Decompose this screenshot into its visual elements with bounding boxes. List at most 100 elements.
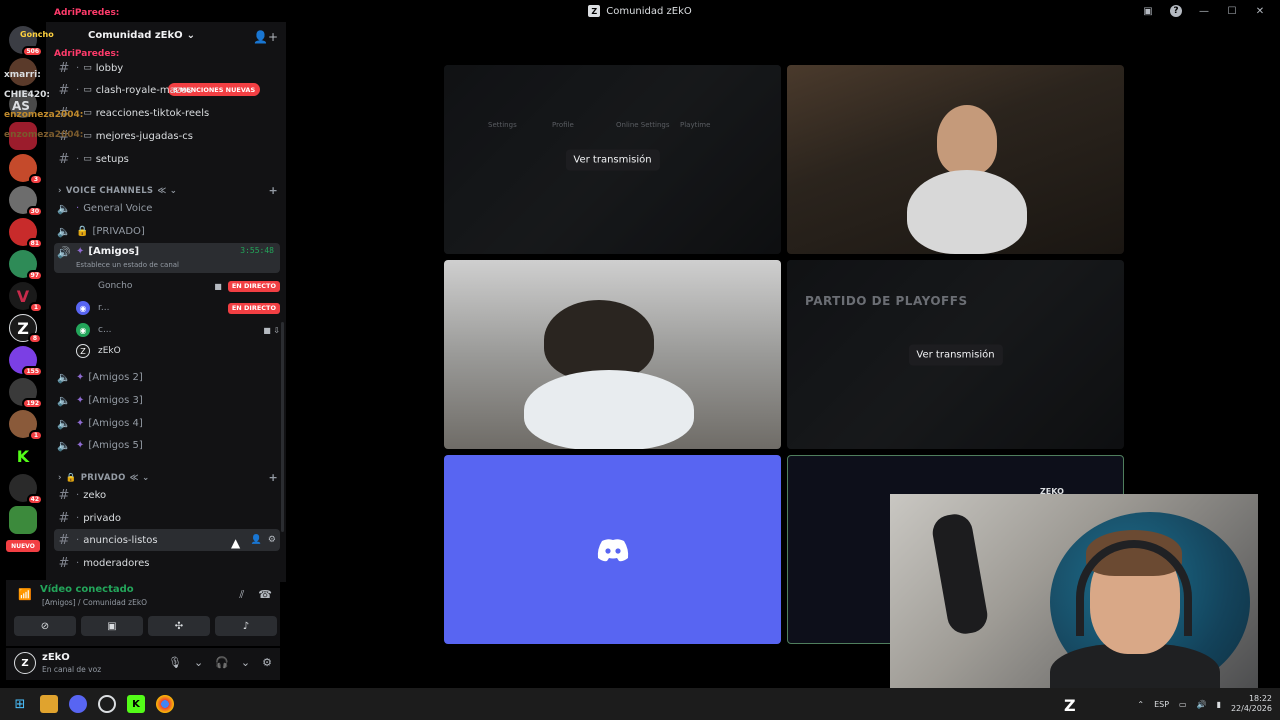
gear-icon[interactable]: ⚙ bbox=[262, 656, 272, 669]
stream-tile[interactable]: PARTIDO DE PLAYOFFS Ver transmisión bbox=[787, 260, 1124, 449]
watch-stream-button[interactable]: Ver transmisión bbox=[908, 344, 1003, 365]
voice-channel-amigos-5[interactable]: 🔈 ✦ [Amigos 5] bbox=[54, 434, 280, 456]
channel-reacciones-tiktok-reels[interactable]: # · ▭ reacciones-tiktok-reels bbox=[54, 102, 280, 124]
server-icon[interactable]: 81 bbox=[9, 218, 43, 249]
server-icon[interactable] bbox=[9, 58, 37, 86]
kick-server-icon[interactable]: K bbox=[9, 442, 37, 470]
channel-mejores-jugadas-cs[interactable]: # · ▭ mejores-jugadas-cs bbox=[54, 125, 280, 147]
chevron-down-icon[interactable]: ⌄ bbox=[241, 656, 250, 669]
channel-lobby[interactable]: # · ▭ lobby bbox=[54, 57, 280, 79]
channel-privado[interactable]: # · privado bbox=[54, 507, 280, 529]
server-icon[interactable]: 42 bbox=[9, 474, 43, 505]
help-button[interactable]: ? bbox=[1164, 2, 1188, 20]
category-voice-channels[interactable]: › VOICE CHANNELS ≪ ⌄ + bbox=[58, 184, 278, 197]
camera-off-button[interactable]: ⊘ bbox=[14, 616, 76, 636]
add-channel-icon[interactable]: + bbox=[268, 184, 278, 197]
server-icon[interactable]: 3 bbox=[9, 154, 43, 185]
channel-moderadores[interactable]: # · moderadores bbox=[54, 552, 280, 574]
member-name: Goncho bbox=[98, 281, 133, 291]
chrome-icon[interactable] bbox=[156, 695, 174, 713]
clock[interactable]: 18:22 22/4/2026 bbox=[1231, 694, 1272, 714]
game-title: PARTIDO DE PLAYOFFS bbox=[805, 294, 968, 308]
headphones-icon[interactable]: 🎧 bbox=[215, 656, 229, 669]
file-explorer-icon[interactable] bbox=[40, 695, 58, 713]
clock-time: 18:22 bbox=[1248, 694, 1272, 703]
channel-clash-royale-mazos[interactable]: # · ▭ clash-royale-mazos bbox=[54, 79, 280, 101]
voice-channel-name: [Amigos 2] bbox=[88, 371, 143, 383]
voice-channel-amigos-4[interactable]: 🔈 ✦ [Amigos 4] bbox=[54, 412, 280, 434]
title-bar: Z Comunidad zEkO ▣ ? — ☐ ✕ bbox=[0, 0, 1280, 22]
server-badge: 506 bbox=[22, 46, 43, 57]
network-icon[interactable]: ▭ bbox=[1179, 700, 1187, 709]
server-icon[interactable]: Z8 bbox=[9, 314, 42, 344]
server-badge: 8 bbox=[28, 333, 42, 344]
voice-channel-amigos-3[interactable]: 🔈 ✦ [Amigos 3] bbox=[54, 389, 280, 411]
category-privado[interactable]: › 🔒 PRIVADO ≪ ⌄ + bbox=[58, 471, 278, 484]
disconnect-icon[interactable]: ☎ bbox=[258, 588, 272, 602]
voice-channel-path[interactable]: [Amigos] / Comunidad zEkO bbox=[42, 598, 147, 607]
stream-tile[interactable]: Settings Profile Online Settings Playtim… bbox=[444, 65, 781, 254]
microphone-arm bbox=[929, 511, 991, 637]
voice-member[interactable]: Goncho ■ EN DIRECTO bbox=[76, 276, 280, 296]
server-badge: 155 bbox=[22, 366, 43, 377]
sidebar-scrollbar[interactable] bbox=[281, 322, 284, 532]
voice-channel-amigos-2[interactable]: 🔈 ✦ [Amigos 2] bbox=[54, 366, 280, 388]
voice-channel-amigos-active[interactable]: 🔊 ✦ [Amigos] 3:55:48 Establece un estado… bbox=[54, 243, 280, 273]
voice-channel-general[interactable]: 🔈 · General Voice bbox=[54, 197, 280, 219]
username[interactable]: zEkO bbox=[42, 652, 70, 663]
inbox-icon[interactable]: ▣ bbox=[1136, 2, 1160, 20]
windows-start-icon[interactable]: ⊞ bbox=[11, 695, 29, 713]
minimize-button[interactable]: — bbox=[1192, 2, 1216, 20]
participant-hair bbox=[544, 300, 654, 380]
channel-setups[interactable]: # · ▭ setups bbox=[54, 148, 280, 170]
language-indicator[interactable]: ESP bbox=[1154, 700, 1169, 709]
channel-zeko[interactable]: # · zeko bbox=[54, 484, 280, 506]
activities-button[interactable]: ✣ bbox=[148, 616, 210, 636]
speaker-icon: 🔈 bbox=[57, 416, 71, 430]
noise-suppression-icon[interactable]: ⫽ bbox=[239, 588, 244, 602]
voice-member[interactable]: ◉ c... ■ ⇩ bbox=[76, 320, 280, 340]
server-icon[interactable]: 155 bbox=[9, 346, 43, 377]
share-screen-button[interactable]: ▣ bbox=[81, 616, 143, 636]
voice-member[interactable]: ◉ r... EN DIRECTO bbox=[76, 298, 280, 318]
gear-icon[interactable]: ⚙ bbox=[268, 535, 276, 545]
signal-icon[interactable]: 📶 bbox=[18, 588, 32, 601]
watch-stream-button[interactable]: Ver transmisión bbox=[565, 149, 660, 170]
video-tile[interactable] bbox=[787, 65, 1124, 254]
chevron-down-icon[interactable]: ⌄ bbox=[194, 656, 203, 669]
chevron-up-icon[interactable]: ⌃ bbox=[1137, 700, 1144, 709]
maximize-button[interactable]: ☐ bbox=[1220, 2, 1244, 20]
server-badge: 81 bbox=[26, 238, 43, 249]
voice-status[interactable]: Vídeo conectado bbox=[40, 584, 134, 595]
add-channel-icon[interactable]: + bbox=[268, 471, 278, 484]
video-tile[interactable] bbox=[444, 260, 781, 449]
invite-people-icon[interactable]: 👤+ bbox=[253, 30, 278, 44]
server-icon[interactable]: V1 bbox=[9, 282, 43, 313]
obs-icon[interactable] bbox=[98, 695, 116, 713]
microphone-icon[interactable]: 🎙 bbox=[168, 656, 182, 669]
voice-channel-privado[interactable]: 🔈 🔒 [PRIVADO] bbox=[54, 220, 280, 242]
server-icon[interactable] bbox=[9, 90, 37, 118]
server-icon[interactable]: 1 bbox=[9, 410, 43, 441]
kick-taskbar-icon[interactable]: K bbox=[127, 695, 145, 713]
battery-icon[interactable]: ▮ bbox=[1217, 700, 1221, 709]
server-icon[interactable]: 97 bbox=[9, 250, 43, 281]
create-invite-icon[interactable]: 👤 bbox=[251, 535, 262, 545]
soundboard-button[interactable]: ♪ bbox=[215, 616, 277, 636]
server-icon[interactable]: 192 bbox=[9, 378, 43, 409]
server-icon[interactable]: 30 bbox=[9, 186, 43, 217]
voice-member[interactable]: Z zEkO bbox=[76, 341, 280, 361]
no-video-tile[interactable] bbox=[444, 455, 781, 644]
server-header[interactable]: Comunidad zEkO ⌄ bbox=[88, 30, 195, 41]
server-icon[interactable]: 506 bbox=[9, 26, 43, 57]
volume-icon[interactable]: 🔊 bbox=[1197, 700, 1207, 709]
close-button[interactable]: ✕ bbox=[1248, 2, 1272, 20]
discord-taskbar-icon[interactable] bbox=[69, 695, 87, 713]
server-icon[interactable] bbox=[9, 122, 37, 150]
channel-status-hint[interactable]: Establece un estado de canal bbox=[76, 261, 179, 269]
streamer-webcam bbox=[890, 494, 1258, 700]
avatar[interactable]: Z bbox=[14, 652, 36, 674]
server-icon[interactable] bbox=[9, 506, 37, 534]
channel-anuncios-listos[interactable]: # · anuncios-listos 👤 ⚙ bbox=[54, 529, 280, 551]
speaker-icon: 🔈 bbox=[57, 201, 71, 215]
